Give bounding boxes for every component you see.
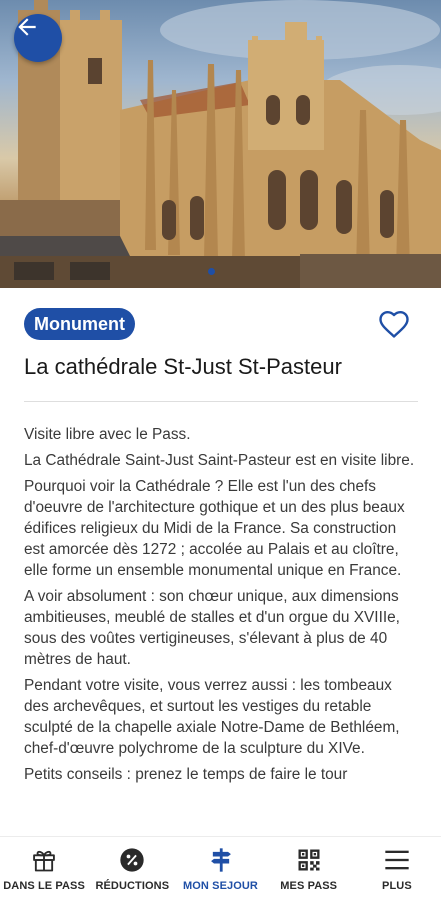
gift-icon [33, 850, 55, 872]
hero-image [0, 0, 441, 288]
category-badge: Monument [24, 308, 135, 340]
nav-label: MON SEJOUR [183, 880, 258, 892]
description: Visite libre avec le Pass. La Cathédrale… [24, 424, 420, 834]
nav-item-reductions[interactable]: RÉDUCTIONS [88, 837, 176, 900]
nav-label: PLUS [382, 880, 412, 892]
bottom-nav: DANS LE PASS RÉDUCTIONS MON SEJOUR MES P… [0, 836, 441, 900]
qr-code-icon [298, 849, 320, 871]
back-button[interactable] [14, 14, 62, 62]
percent-icon [120, 848, 144, 872]
heart-icon [379, 310, 409, 338]
menu-icon [385, 850, 409, 870]
nav-label: RÉDUCTIONS [95, 880, 170, 892]
nav-label: DANS LE PASS [3, 880, 85, 892]
description-paragraph: Petits conseils : prenez le temps de fai… [24, 766, 348, 783]
divider [24, 401, 418, 402]
nav-item-plus[interactable]: PLUS [353, 837, 441, 900]
cathedral-photo [0, 0, 441, 288]
nav-item-dans-le-pass[interactable]: DANS LE PASS [0, 837, 88, 900]
nav-item-mon-sejour[interactable]: MON SEJOUR [176, 837, 264, 900]
description-paragraph: Pendant votre visite, vous verrez aussi … [24, 677, 400, 757]
favorite-button[interactable] [376, 306, 412, 342]
description-paragraph: Pourquoi voir la Cathédrale ? Elle est l… [24, 478, 405, 579]
description-paragraph: A voir absolument : son chœur unique, au… [24, 588, 400, 668]
nav-item-mes-pass[interactable]: MES PASS [265, 837, 353, 900]
arrow-left-icon [18, 18, 36, 36]
description-paragraph: La Cathédrale Saint-Just Saint-Pasteur e… [24, 452, 415, 469]
signpost-icon [210, 848, 231, 872]
description-paragraph: Visite libre avec le Pass. [24, 426, 191, 443]
place-title: La cathédrale St-Just St-Pasteur [24, 354, 342, 379]
carousel-indicator[interactable] [208, 268, 215, 275]
nav-label: MES PASS [280, 880, 338, 892]
